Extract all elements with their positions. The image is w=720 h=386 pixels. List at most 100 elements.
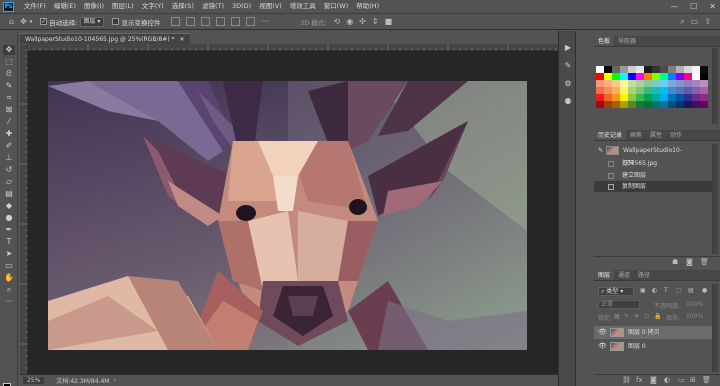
color-swatch[interactable]	[684, 66, 692, 73]
color-swatch[interactable]	[620, 101, 628, 108]
lock-artboard-icon[interactable]: ⊡	[644, 313, 649, 320]
color-swatch[interactable]	[612, 73, 620, 80]
path-select-tool-icon[interactable]: ➤	[3, 249, 15, 259]
history-step[interactable]: 打开	[594, 158, 712, 169]
lasso-tool-icon[interactable]: ᘓ	[3, 69, 15, 79]
filter-toggle-icon[interactable]: ●	[702, 287, 707, 294]
history-step[interactable]: 建立图层	[594, 170, 712, 181]
gradient-tool-icon[interactable]: ▤	[3, 189, 15, 199]
color-swatch[interactable]	[636, 66, 644, 73]
delete-state-icon[interactable]: 🗑	[700, 258, 709, 266]
tab-paths[interactable]: 路径	[634, 270, 654, 280]
lock-transparent-icon[interactable]: ▦	[614, 313, 620, 320]
color-swatch[interactable]	[676, 80, 684, 87]
filter-smart-object-icon[interactable]: ▤	[688, 287, 694, 294]
history-brush-tool-icon[interactable]: ↺	[3, 165, 15, 175]
color-swatch[interactable]	[628, 80, 636, 87]
opacity-value[interactable]: 100%	[686, 301, 703, 308]
align-left-icon[interactable]	[171, 17, 181, 26]
color-swatch[interactable]	[604, 80, 612, 87]
color-swatch[interactable]	[652, 80, 660, 87]
hand-tool-icon[interactable]: ✋	[3, 273, 15, 283]
color-swatch[interactable]	[700, 87, 708, 94]
pen-tool-icon[interactable]: ✒	[3, 225, 15, 235]
color-swatch[interactable]	[652, 101, 660, 108]
layer-mask-icon[interactable]: ◙	[650, 376, 657, 384]
show-transform-checkbox[interactable]	[112, 18, 120, 25]
color-swatch[interactable]	[644, 101, 652, 108]
show-transform-option[interactable]: 显示变换控件	[112, 17, 160, 27]
delete-layer-icon[interactable]: 🗑	[702, 376, 711, 384]
color-swatch[interactable]	[660, 80, 668, 87]
menu-item[interactable]: 滤镜(T)	[198, 0, 228, 13]
color-swatch[interactable]	[684, 94, 692, 101]
color-swatch[interactable]	[620, 94, 628, 101]
color-swatch[interactable]	[620, 87, 628, 94]
status-menu-icon[interactable]: ›	[113, 377, 115, 384]
tab-layers[interactable]: 图层	[594, 270, 615, 280]
3d-scale-icon[interactable]: ■	[385, 17, 393, 26]
eraser-tool-icon[interactable]: ▱	[3, 177, 15, 187]
search-icon[interactable]: ⌕	[680, 17, 684, 27]
color-swatch[interactable]	[652, 87, 660, 94]
color-swatch[interactable]	[668, 87, 676, 94]
color-swatch[interactable]	[660, 73, 668, 80]
eye-icon[interactable]: 👁	[598, 326, 607, 339]
auto-select-option[interactable]: ✓ 自动选择:	[40, 17, 78, 27]
color-swatch[interactable]	[596, 87, 604, 94]
color-swatch[interactable]	[660, 94, 668, 101]
color-swatch[interactable]	[668, 66, 676, 73]
history-scrollbar[interactable]	[712, 144, 718, 254]
color-swatch[interactable]	[692, 94, 700, 101]
color-swatch[interactable]	[612, 94, 620, 101]
clone-stamp-tool-icon[interactable]: ⊥	[3, 153, 15, 163]
color-swatch[interactable]	[636, 94, 644, 101]
brush-tool-icon[interactable]: ✐	[3, 141, 15, 151]
menu-item[interactable]: 编辑(E)	[50, 0, 80, 13]
zoom-tool-icon[interactable]: ⌕	[3, 285, 15, 295]
blend-mode-dropdown[interactable]: 正常	[598, 300, 640, 309]
color-swatch[interactable]	[692, 101, 700, 108]
menu-item[interactable]: 帮助(H)	[352, 0, 383, 13]
color-swatch[interactable]	[604, 94, 612, 101]
frame-tool-icon[interactable]: ⊠	[3, 105, 15, 115]
more-options-icon[interactable]: ···	[261, 17, 269, 26]
lock-all-icon[interactable]: 🔒	[654, 313, 661, 320]
3d-roll-icon[interactable]: ◉	[346, 17, 353, 26]
color-swatch[interactable]	[668, 94, 676, 101]
color-swatch[interactable]	[596, 80, 604, 87]
menu-item[interactable]: 窗口(W)	[320, 0, 353, 13]
color-swatch[interactable]	[700, 101, 708, 108]
menu-item[interactable]: 图层(L)	[108, 0, 138, 13]
layer-row[interactable]: 👁 图层 0	[594, 340, 712, 353]
filter-type-icon[interactable]: T	[664, 287, 668, 294]
quick-select-tool-icon[interactable]: ✎	[3, 81, 15, 91]
lock-position-icon[interactable]: ✥	[634, 313, 639, 320]
color-swatch[interactable]	[596, 101, 604, 108]
menu-item[interactable]: 文字(Y)	[138, 0, 168, 13]
color-swatch[interactable]	[676, 66, 684, 73]
color-swatch[interactable]	[644, 73, 652, 80]
filter-shape-icon[interactable]: ⬚	[676, 287, 682, 294]
color-swatch[interactable]	[700, 80, 708, 87]
eye-icon[interactable]: 👁	[598, 340, 607, 353]
color-swatch[interactable]	[668, 73, 676, 80]
color-swatch[interactable]	[692, 66, 700, 73]
healing-brush-tool-icon[interactable]: ✚	[3, 129, 15, 139]
link-layers-icon[interactable]: ⛓	[622, 376, 631, 384]
layer-style-icon[interactable]: fx	[636, 376, 643, 384]
color-swatch[interactable]	[628, 73, 636, 80]
close-button[interactable]: ✕	[709, 0, 716, 13]
color-swatch[interactable]	[636, 101, 644, 108]
color-swatch[interactable]	[684, 87, 692, 94]
deer-artwork[interactable]	[48, 81, 527, 350]
tab-brushes[interactable]: 画笔	[626, 130, 646, 140]
color-swatch[interactable]	[700, 66, 708, 73]
menu-item[interactable]: 图像(I)	[80, 0, 108, 13]
fill-value[interactable]: 100%	[686, 313, 703, 320]
color-swatch[interactable]	[620, 73, 628, 80]
color-swatch[interactable]	[604, 73, 612, 80]
brush-settings-icon[interactable]: ✎	[563, 61, 573, 71]
tab-actions[interactable]: 动作	[666, 130, 686, 140]
color-swatch[interactable]	[684, 101, 692, 108]
